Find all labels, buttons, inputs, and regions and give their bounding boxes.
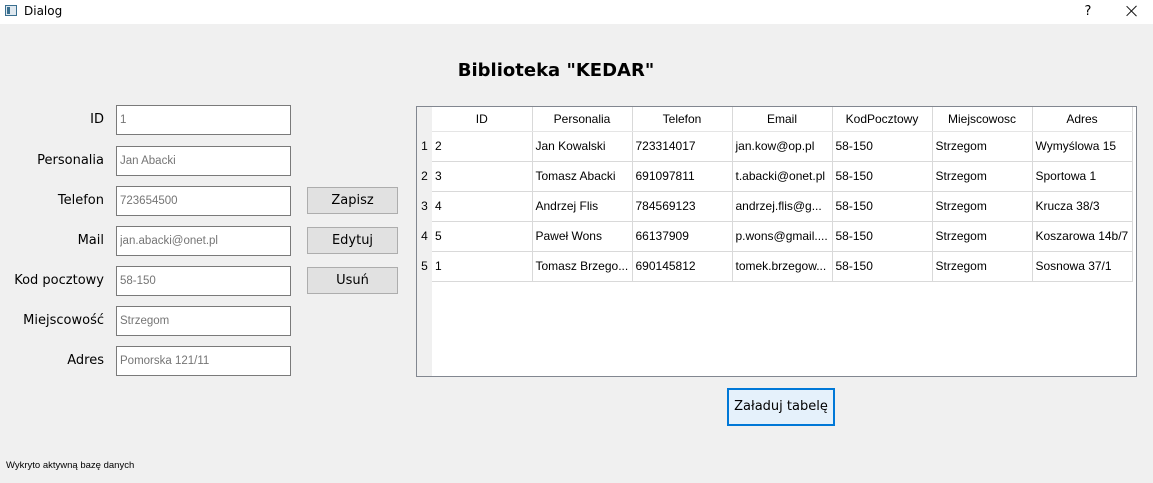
id-label: ID bbox=[90, 112, 104, 127]
table-cell[interactable]: 58-150 bbox=[832, 161, 933, 192]
table-cell[interactable]: Strzegom bbox=[932, 131, 1033, 162]
table-cell[interactable]: Sportowa 1 bbox=[1032, 161, 1133, 192]
page-title: Biblioteka "KEDAR" bbox=[457, 60, 655, 81]
table-cell[interactable]: 4 bbox=[432, 191, 533, 222]
column-header-id[interactable]: ID bbox=[432, 107, 533, 132]
table-cell[interactable]: 784569123 bbox=[632, 191, 733, 222]
table-cell[interactable]: Tomasz Brzego... bbox=[532, 251, 633, 282]
table-cell[interactable]: p.wons@gmail.... bbox=[732, 221, 833, 252]
column-header-telefon[interactable]: Telefon bbox=[632, 107, 733, 132]
table-cell[interactable]: 58-150 bbox=[832, 191, 933, 222]
table-cell[interactable]: Krucza 38/3 bbox=[1032, 191, 1133, 222]
table-cell[interactable]: 2 bbox=[432, 131, 533, 162]
table-cell[interactable]: jan.kow@op.pl bbox=[732, 131, 833, 162]
personalia-label: Personalia bbox=[37, 153, 104, 168]
table-cell[interactable]: 58-150 bbox=[832, 251, 933, 282]
row-header[interactable]: 4 bbox=[417, 221, 432, 251]
records-grid: ID Personalia Telefon Email KodPocztowy … bbox=[432, 107, 1133, 282]
table-row[interactable]: 2 Jan Kowalski 723314017 jan.kow@op.pl 5… bbox=[432, 131, 1133, 162]
title-bar: Dialog ? bbox=[0, 0, 1153, 24]
table-cell[interactable]: 690145812 bbox=[632, 251, 733, 282]
table-cell[interactable]: Strzegom bbox=[932, 161, 1033, 192]
column-header-miejscowosc[interactable]: Miejscowosc bbox=[932, 107, 1033, 132]
table-cell[interactable]: Wymyślowa 15 bbox=[1032, 131, 1133, 162]
table-cell[interactable]: 66137909 bbox=[632, 221, 733, 252]
row-header[interactable]: 5 bbox=[417, 251, 432, 281]
personalia-field[interactable] bbox=[116, 146, 291, 176]
table-row[interactable]: 1 Tomasz Brzego... 690145812 tomek.brzeg… bbox=[432, 251, 1133, 282]
adres-field[interactable] bbox=[116, 346, 291, 376]
row-header-column: 1 2 3 4 5 bbox=[417, 107, 432, 376]
table-cell[interactable]: tomek.brzegow... bbox=[732, 251, 833, 282]
column-header-adres[interactable]: Adres bbox=[1032, 107, 1133, 132]
table-cell[interactable]: 723314017 bbox=[632, 131, 733, 162]
edit-button[interactable]: Edytuj bbox=[307, 227, 398, 254]
delete-button[interactable]: Usuń bbox=[307, 267, 398, 294]
table-cell[interactable]: Andrzej Flis bbox=[532, 191, 633, 222]
table-cell[interactable]: 5 bbox=[432, 221, 533, 252]
adres-label: Adres bbox=[67, 353, 104, 368]
table-cell[interactable]: Strzegom bbox=[932, 221, 1033, 252]
telefon-label: Telefon bbox=[57, 193, 104, 208]
table-row[interactable]: 5 Paweł Wons 66137909 p.wons@gmail.... 5… bbox=[432, 221, 1133, 252]
telefon-field[interactable] bbox=[116, 186, 291, 216]
column-header-email[interactable]: Email bbox=[732, 107, 833, 132]
table-cell[interactable]: Paweł Wons bbox=[532, 221, 633, 252]
miejscowosc-field[interactable] bbox=[116, 306, 291, 336]
table-header-row: ID Personalia Telefon Email KodPocztowy … bbox=[432, 107, 1133, 132]
miejscowosc-label: Miejscowość bbox=[23, 313, 104, 328]
table-cell[interactable]: 691097811 bbox=[632, 161, 733, 192]
table-cell[interactable]: Koszarowa 14b/7 bbox=[1032, 221, 1133, 252]
table-cell[interactable]: t.abacki@onet.pl bbox=[732, 161, 833, 192]
window-title: Dialog bbox=[24, 4, 63, 18]
mail-field[interactable] bbox=[116, 226, 291, 256]
column-header-kodpocztowy[interactable]: KodPocztowy bbox=[832, 107, 933, 132]
load-table-button[interactable]: Załaduj tabelę bbox=[727, 388, 835, 426]
table-cell[interactable]: andrzej.flis@g... bbox=[732, 191, 833, 222]
mail-label: Mail bbox=[77, 233, 104, 248]
table-cell[interactable]: Strzegom bbox=[932, 191, 1033, 222]
kod-pocztowy-field[interactable] bbox=[116, 266, 291, 296]
table-cell[interactable]: 58-150 bbox=[832, 221, 933, 252]
app-icon bbox=[5, 5, 17, 16]
column-header-personalia[interactable]: Personalia bbox=[532, 107, 633, 132]
table-cell[interactable]: Tomasz Abacki bbox=[532, 161, 633, 192]
save-button[interactable]: Zapisz bbox=[307, 187, 398, 214]
row-header[interactable]: 1 bbox=[417, 131, 432, 161]
help-button[interactable]: ? bbox=[1077, 2, 1099, 22]
table-cell[interactable]: 3 bbox=[432, 161, 533, 192]
id-field[interactable] bbox=[116, 105, 291, 135]
table-cell[interactable]: Strzegom bbox=[932, 251, 1033, 282]
table-row[interactable]: 3 Tomasz Abacki 691097811 t.abacki@onet.… bbox=[432, 161, 1133, 192]
status-text: Wykryto aktywną bazę danych bbox=[6, 460, 135, 471]
table-cell[interactable]: Sosnowa 37/1 bbox=[1032, 251, 1133, 282]
table-cell[interactable]: 1 bbox=[432, 251, 533, 282]
row-header[interactable]: 2 bbox=[417, 161, 432, 191]
row-header[interactable]: 3 bbox=[417, 191, 432, 221]
table-cell[interactable]: Jan Kowalski bbox=[532, 131, 633, 162]
close-icon[interactable] bbox=[1119, 0, 1145, 22]
table-cell[interactable]: 58-150 bbox=[832, 131, 933, 162]
records-table[interactable]: 1 2 3 4 5 ID Personalia Telefon Email Ko… bbox=[416, 106, 1137, 377]
kod-pocztowy-label: Kod pocztowy bbox=[14, 273, 104, 288]
table-row[interactable]: 4 Andrzej Flis 784569123 andrzej.flis@g.… bbox=[432, 191, 1133, 222]
